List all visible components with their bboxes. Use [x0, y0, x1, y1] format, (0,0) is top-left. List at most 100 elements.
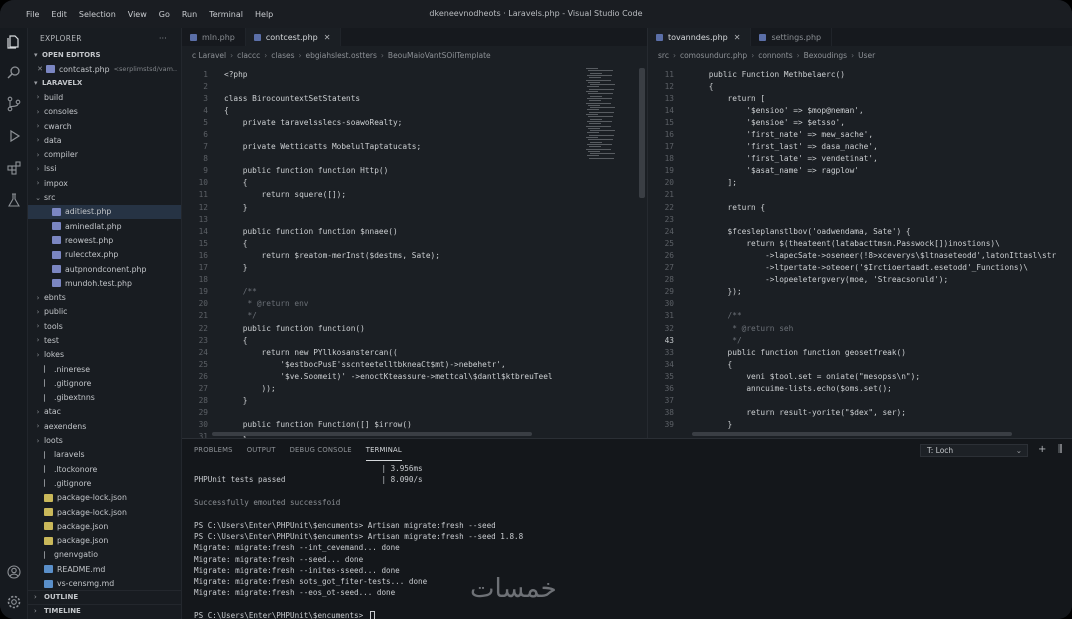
tree-item[interactable]: package.json	[28, 519, 181, 533]
tree-item[interactable]: README.md	[28, 562, 181, 576]
horizontal-scrollbar-right[interactable]	[692, 432, 1012, 436]
panel-tab-debug-console[interactable]: DEBUG CONSOLE	[290, 439, 352, 461]
tree-item[interactable]: › aexendens	[28, 419, 181, 433]
tree-item[interactable]: package-lock.json	[28, 505, 181, 519]
panel-tab-terminal[interactable]: TERMINAL	[365, 439, 402, 461]
breadcrumb-item[interactable]: c Laravel	[192, 51, 226, 60]
tree-item[interactable]: rulecctex.php	[28, 248, 181, 262]
breadcrumb-item[interactable]: BeouMaioVantSOilTemplate	[388, 51, 491, 60]
add-terminal-icon[interactable]: +	[1038, 444, 1046, 455]
panel-tab-problems[interactable]: PROBLEMS	[194, 439, 233, 461]
tree-item[interactable]: .ltockonore	[28, 462, 181, 476]
tree-item[interactable]: › ebnts	[28, 290, 181, 304]
code-line: 18	[182, 274, 553, 286]
breadcrumb-item[interactable]: connonts	[758, 51, 792, 60]
tree-item[interactable]: › build	[28, 90, 181, 104]
menu-item-terminal[interactable]: Terminal	[203, 10, 249, 19]
project-section[interactable]: ▾ LARAVELX	[28, 76, 181, 90]
tree-item[interactable]: package.json	[28, 534, 181, 548]
code-line: 16 'first_nate' => mew_sache',	[652, 128, 1056, 140]
breadcrumb-item[interactable]: src	[658, 51, 669, 60]
account-icon[interactable]	[6, 564, 22, 580]
code-area-right[interactable]: 11 public Function Methbelaerc() 12 {13 r…	[652, 68, 1057, 431]
editor-tab[interactable]: settings.php	[751, 28, 833, 46]
tree-item[interactable]: › public	[28, 305, 181, 319]
code-text: ];	[690, 178, 737, 188]
search-icon[interactable]	[6, 64, 22, 80]
tree-item[interactable]: › compiler	[28, 147, 181, 161]
tree-item[interactable]: › loots	[28, 433, 181, 447]
menu-item-selection[interactable]: Selection	[73, 10, 122, 19]
code-line: 36 anncuime-lists.echo($oms.set();	[652, 382, 1056, 394]
tree-item[interactable]: › cwarch	[28, 119, 181, 133]
source-control-icon[interactable]	[6, 96, 22, 112]
editor-tab[interactable]: tovanndes.php ✕	[648, 28, 752, 46]
tree-item[interactable]: › impox	[28, 176, 181, 190]
tree-item[interactable]: aminedlat.php	[28, 219, 181, 233]
tree-item[interactable]: › consoles	[28, 105, 181, 119]
tree-item[interactable]: › data	[28, 133, 181, 147]
chevron-right-icon: ›	[36, 350, 40, 359]
testing-icon[interactable]	[6, 192, 22, 208]
breadcrumb-item[interactable]: clases	[271, 51, 294, 60]
open-editors-section[interactable]: ▾ OPEN EDITORS	[28, 48, 181, 62]
tree-item-label: ebnts	[44, 293, 66, 303]
code-area-left[interactable]: 1 <?php 2 3 class BirocountextSetStatents 4{5…	[182, 68, 553, 443]
menu-item-run[interactable]: Run	[176, 10, 203, 19]
minimap[interactable]	[584, 68, 636, 160]
tree-item[interactable]: reowest.php	[28, 233, 181, 247]
tree-item[interactable]: autpnondconent.php	[28, 262, 181, 276]
minimap-line	[590, 95, 602, 97]
vertical-scrollbar-left[interactable]	[639, 68, 645, 198]
horizontal-scrollbar-left[interactable]	[212, 432, 532, 436]
title-bar: File Edit Selection View Go Run Terminal Help d…	[0, 0, 1072, 28]
file-file-icon	[44, 379, 50, 388]
code-line: 30	[652, 298, 1056, 310]
editor-tab[interactable]: mln.php	[182, 28, 246, 46]
breadcrumb-item[interactable]: User	[858, 51, 875, 60]
tree-item[interactable]: aditiest.php	[28, 204, 181, 219]
menu-item-help[interactable]: Help	[249, 10, 279, 19]
tree-item[interactable]: gnenvgatio	[28, 548, 181, 562]
code-text: */	[690, 335, 742, 345]
editor-tab[interactable]: contcest.php ✕	[245, 28, 342, 46]
breadcrumb-item[interactable]: comosundurc.php	[680, 51, 747, 60]
terminal-selector[interactable]: T: Loch ⌄	[920, 444, 1028, 457]
close-icon[interactable]: ✕	[36, 65, 44, 73]
run-debug-icon[interactable]	[6, 128, 22, 144]
menu-item-edit[interactable]: Edit	[45, 10, 73, 19]
files-icon[interactable]	[6, 34, 22, 50]
tree-item[interactable]: vs-censmg.md	[28, 576, 181, 590]
settings-gear-icon[interactable]	[6, 594, 22, 610]
close-tab-icon[interactable]: ✕	[324, 33, 331, 42]
tree-item[interactable]: › tools	[28, 319, 181, 333]
php-file-icon	[190, 33, 197, 41]
tree-item[interactable]: .gitignore	[28, 376, 181, 390]
split-terminal-icon[interactable]: ⫼	[1058, 444, 1063, 455]
close-tab-icon[interactable]: ✕	[734, 33, 741, 42]
extensions-icon[interactable]	[6, 160, 22, 176]
timeline-section[interactable]: › TIMELINE	[28, 604, 181, 617]
tree-item[interactable]: › lssi	[28, 162, 181, 176]
menu-item-go[interactable]: Go	[153, 10, 176, 19]
breadcrumb-item[interactable]: ebgiahslest.ostters	[306, 51, 377, 60]
more-actions-icon[interactable]: ···	[159, 34, 167, 43]
open-editor-item[interactable]: ✕ contcast.php <serplimstsd/vam..	[28, 62, 181, 76]
menu-item-view[interactable]: View	[122, 10, 153, 19]
menu-item-file[interactable]: File	[20, 10, 45, 19]
tree-item[interactable]: laravels	[28, 448, 181, 462]
tree-item[interactable]: mundoh.test.php	[28, 276, 181, 290]
tree-item[interactable]: .ninerese	[28, 362, 181, 376]
tree-item[interactable]: › test	[28, 333, 181, 347]
tree-item[interactable]: package-lock.json	[28, 491, 181, 505]
tree-item[interactable]: .gibextnns	[28, 391, 181, 405]
tree-item-label: loots	[44, 436, 63, 446]
tree-item[interactable]: ⌄ src	[28, 190, 181, 204]
tree-item[interactable]: › lokes	[28, 348, 181, 362]
panel-tab-output[interactable]: OUTPUT	[247, 439, 276, 461]
tree-item[interactable]: › atac	[28, 405, 181, 419]
outline-section[interactable]: › OUTLINE	[28, 590, 181, 603]
breadcrumb-item[interactable]: claccc	[237, 51, 260, 60]
tree-item[interactable]: .gitignore	[28, 476, 181, 490]
breadcrumb-item[interactable]: Bexoudings	[804, 51, 847, 60]
